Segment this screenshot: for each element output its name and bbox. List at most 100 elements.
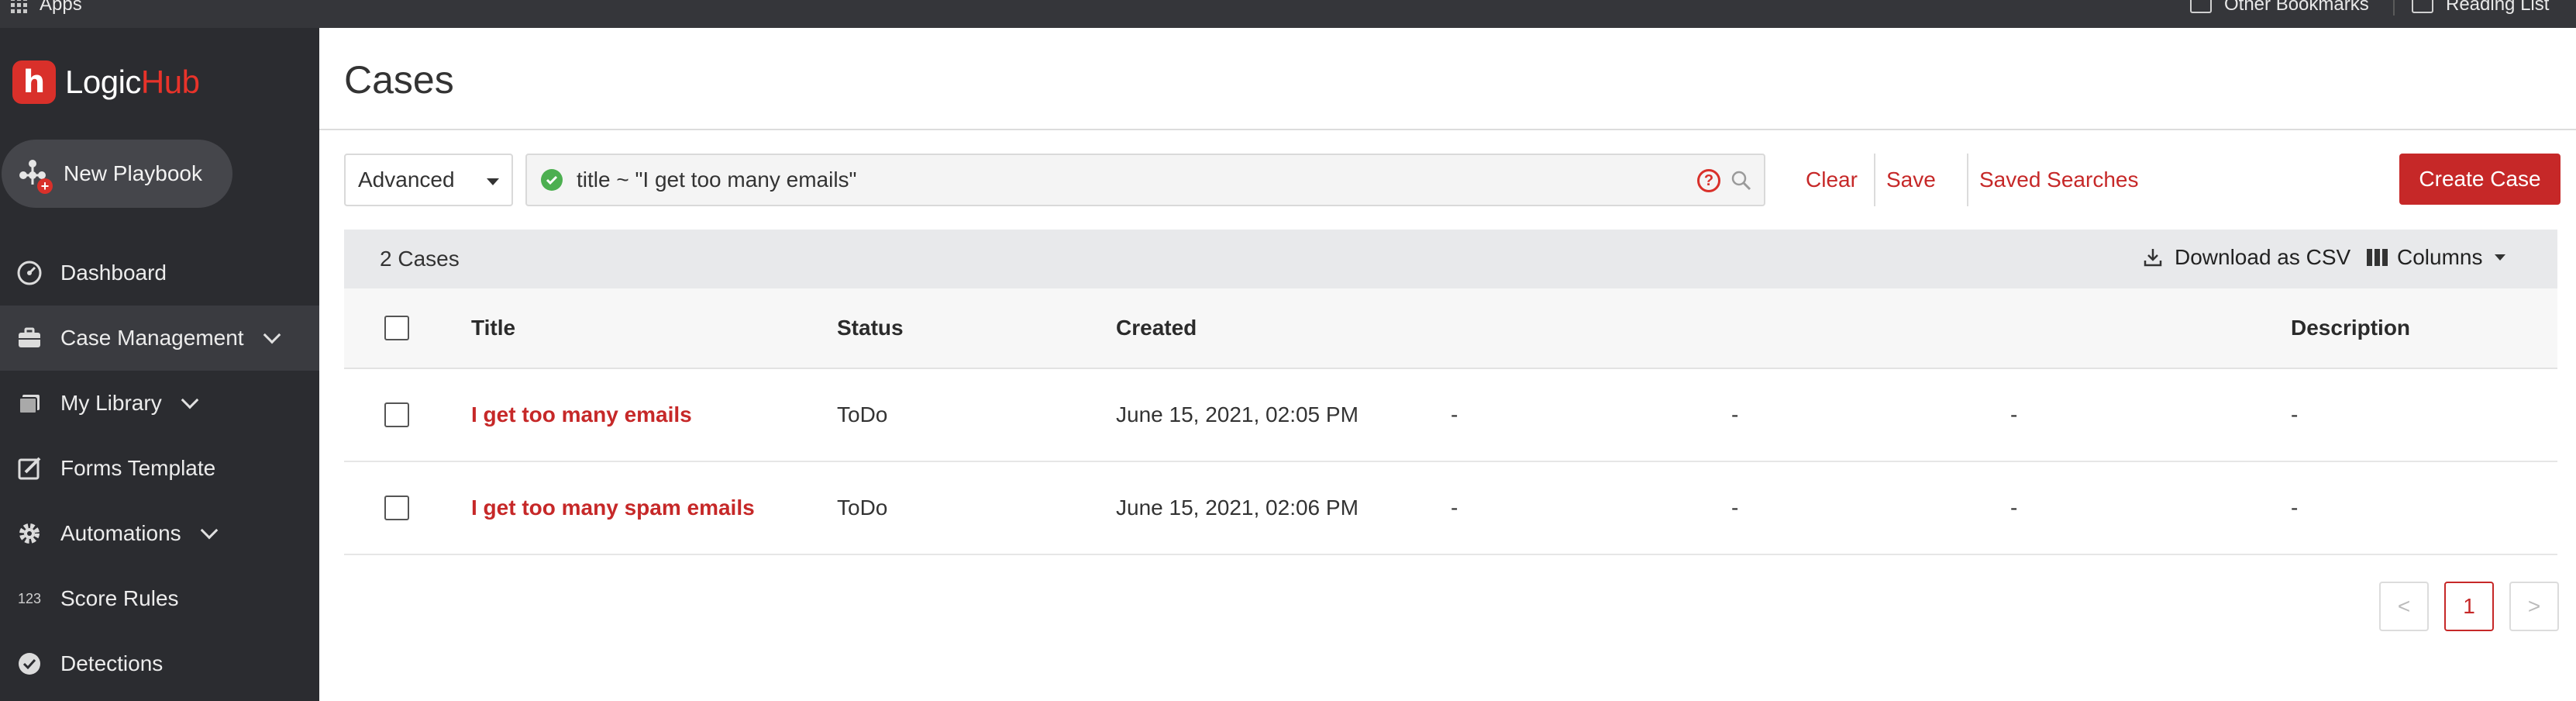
sidebar-item-label: Case Management <box>60 326 244 350</box>
sidebar-item-label: Forms Template <box>60 456 216 480</box>
edit-form-icon <box>15 454 43 482</box>
table-row: I get too many emails ToDo June 15, 2021… <box>344 369 2557 462</box>
caret-down-icon <box>487 178 499 185</box>
chevron-down-icon[interactable] <box>200 521 218 540</box>
title-divider <box>319 129 2576 130</box>
sidebar-item-score-rules[interactable]: 123 Score Rules <box>0 566 319 631</box>
case-field: - <box>2010 402 2018 426</box>
library-icon <box>15 389 43 417</box>
sidebar-item-dashboard[interactable]: Dashboard <box>0 240 319 306</box>
chevron-down-icon[interactable] <box>263 326 281 344</box>
sidebar-item-case-management[interactable]: Case Management <box>0 306 319 371</box>
new-playbook-button[interactable]: + New Playbook <box>2 140 232 208</box>
header-title[interactable]: Title <box>471 316 515 340</box>
search-icon[interactable] <box>1730 169 1753 192</box>
case-status: ToDo <box>837 496 888 520</box>
download-csv-label: Download as CSV <box>2175 245 2351 269</box>
brand-name: LogicHub <box>65 64 200 101</box>
case-field: - <box>1451 496 1458 520</box>
sidebar-item-automations[interactable]: Automations <box>0 501 319 566</box>
sidebar-item-my-library[interactable]: My Library <box>0 371 319 436</box>
columns-label: Columns <box>2397 245 2483 269</box>
create-case-button[interactable]: Create Case <box>2399 154 2561 205</box>
bookmark-apps[interactable]: Apps <box>11 0 82 16</box>
caret-down-icon <box>2495 254 2506 261</box>
search-toolbar: Advanced ? Clear Save Saved Searches Cre… <box>344 154 2561 206</box>
download-csv-button[interactable]: Download as CSV <box>2142 245 2350 270</box>
bookmark-other[interactable]: Other Bookmarks <box>2190 0 2369 16</box>
page-title: Cases <box>344 58 454 102</box>
save-search-button[interactable]: Save <box>1886 154 1936 206</box>
clear-button[interactable]: Clear <box>1806 154 1858 206</box>
row-checkbox[interactable] <box>384 402 409 427</box>
bookmarks-bar: Apps Other Bookmarks Reading List <box>0 0 2576 28</box>
reading-list-icon <box>2412 0 2433 13</box>
brand-name-part1: Logic <box>65 64 141 100</box>
sidebar-item-label: Dashboard <box>60 261 167 285</box>
case-status: ToDo <box>837 402 888 426</box>
case-description: - <box>2291 402 2299 426</box>
toolbar-divider <box>1874 154 1875 206</box>
row-checkbox[interactable] <box>384 496 409 520</box>
case-description: - <box>2291 496 2299 520</box>
columns-icon <box>2367 249 2388 266</box>
sidebar-item-label: My Library <box>60 391 162 415</box>
logichub-logo-icon: h <box>12 60 56 104</box>
briefcase-icon <box>15 324 43 352</box>
sidebar-item-label: Detections <box>60 651 164 675</box>
brand-logo[interactable]: h LogicHub <box>12 60 200 104</box>
table-toolbar: 2 Cases Download as CSV Columns <box>344 230 2557 288</box>
bookmark-separator <box>2393 0 2395 16</box>
case-title-link[interactable]: I get too many emails <box>471 402 692 427</box>
folder-icon <box>2190 0 2212 13</box>
case-field: - <box>1451 402 1458 426</box>
gear-icon <box>15 520 43 547</box>
chevron-down-icon[interactable] <box>181 391 199 409</box>
query-box[interactable]: ? <box>525 154 1765 206</box>
sidebar-item-detections[interactable]: Detections <box>0 631 319 696</box>
case-count: 2 Cases <box>380 247 460 271</box>
cases-table: 2 Cases Download as CSV Columns Title St… <box>344 230 2557 555</box>
sidebar-item-forms-template[interactable]: Forms Template <box>0 436 319 501</box>
sidebar: h LogicHub + New Playbook Dashboard Case… <box>0 28 319 701</box>
case-title-link[interactable]: I get too many spam emails <box>471 496 755 520</box>
main-content: Cases Advanced ? Clear Save Saved Search… <box>319 28 2576 701</box>
score-rules-icon: 123 <box>17 590 42 606</box>
dashboard-icon <box>15 259 43 287</box>
case-field: - <box>2010 496 2018 520</box>
saved-searches-button[interactable]: Saved Searches <box>1979 154 2138 206</box>
plus-badge-icon: + <box>37 178 53 194</box>
bookmark-apps-label: Apps <box>40 0 82 15</box>
columns-button[interactable]: Columns <box>2367 245 2506 270</box>
header-status[interactable]: Status <box>837 316 904 340</box>
table-row: I get too many spam emails ToDo June 15,… <box>344 462 2557 555</box>
pagination: < 1 > <box>2379 582 2559 631</box>
header-created[interactable]: Created <box>1116 316 1197 340</box>
toolbar-divider <box>1967 154 1968 206</box>
header-description[interactable]: Description <box>2291 316 2410 340</box>
apps-grid-icon <box>11 0 27 13</box>
download-icon <box>2144 249 2162 267</box>
case-field: - <box>1731 402 1739 426</box>
next-page-button[interactable]: > <box>2509 582 2559 631</box>
select-all-checkbox[interactable] <box>384 316 409 340</box>
case-created: June 15, 2021, 02:05 PM <box>1116 402 1359 426</box>
new-playbook-label: New Playbook <box>64 161 202 185</box>
valid-query-check-icon <box>541 169 563 191</box>
table-header: Title Status Created Description <box>344 288 2557 369</box>
query-input[interactable] <box>577 167 1646 192</box>
prev-page-button[interactable]: < <box>2379 582 2429 631</box>
bookmark-reading-label: Reading List <box>2446 0 2550 15</box>
bookmark-other-label: Other Bookmarks <box>2224 0 2369 15</box>
check-circle-icon <box>15 650 43 678</box>
sidebar-item-label: Automations <box>60 521 181 545</box>
case-field: - <box>1731 496 1739 520</box>
search-mode-value: Advanced <box>358 167 455 192</box>
search-mode-select[interactable]: Advanced <box>344 154 513 206</box>
help-icon[interactable]: ? <box>1697 169 1720 192</box>
case-created: June 15, 2021, 02:06 PM <box>1116 496 1359 520</box>
bookmark-reading-list[interactable]: Reading List <box>2412 0 2549 16</box>
sidebar-item-label: Score Rules <box>60 586 179 610</box>
playbook-icon: + <box>17 158 53 194</box>
page-number-button[interactable]: 1 <box>2444 582 2494 631</box>
